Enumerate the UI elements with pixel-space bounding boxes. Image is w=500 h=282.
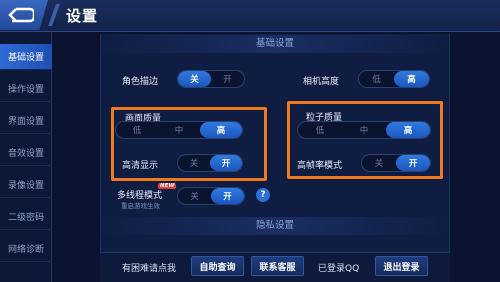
sidebar-item-network[interactable]: 网络诊断 [0,236,52,262]
sidebar-item-interface[interactable]: 界面设置 [0,108,52,134]
option-off[interactable]: 关 [178,188,211,204]
option-on[interactable]: 开 [211,71,244,87]
section-title-privacy: 隐私设置 [100,217,450,235]
sidebar-item-controls[interactable]: 操作设置 [0,76,52,102]
multithread-note: 重启游戏生效 [121,202,160,210]
problem-text: 有困难请点我 [122,264,177,274]
logout-button[interactable]: 退出登录 [375,256,428,276]
help-icon[interactable]: ? [256,188,270,202]
page-title: 设置 [66,7,99,25]
label-camera-height: 相机高度 [303,77,340,87]
option-on[interactable]: 开 [211,188,244,204]
sidebar-item-sound[interactable]: 音效设置 [0,140,52,166]
option-low[interactable]: 低 [359,71,394,87]
contact-service-button[interactable]: 联系客服 [251,256,304,276]
new-badge: NEW [158,183,177,189]
back-button[interactable] [0,0,48,30]
label-character-outline: 角色描边 [122,77,159,87]
sidebar-item-secondary-password[interactable]: 二级密码 [0,204,52,230]
sidebar-item-basic[interactable]: 基础设置 [0,44,52,70]
section-title-basic: 基础设置 [100,35,450,53]
option-high[interactable]: 高 [394,71,429,87]
highlight-box-right [287,101,443,179]
toggle-camera-height[interactable]: 低 高 [358,70,430,88]
header-separator [47,4,61,26]
sidebar-item-replay[interactable]: 录像设置 [0,172,52,198]
back-icon [8,7,34,23]
sidebar: 基础设置 操作设置 界面设置 音效设置 录像设置 二级密码 网络诊断 [0,32,52,282]
toggle-character-outline[interactable]: 关 开 [177,70,245,88]
toggle-multithread[interactable]: 关 开 [177,187,245,205]
self-query-button[interactable]: 自助查询 [191,256,244,276]
highlight-box-left [111,107,267,181]
login-status: 已登录QQ [318,264,360,274]
option-off[interactable]: 关 [178,71,211,87]
top-header: 设置 [0,0,500,32]
